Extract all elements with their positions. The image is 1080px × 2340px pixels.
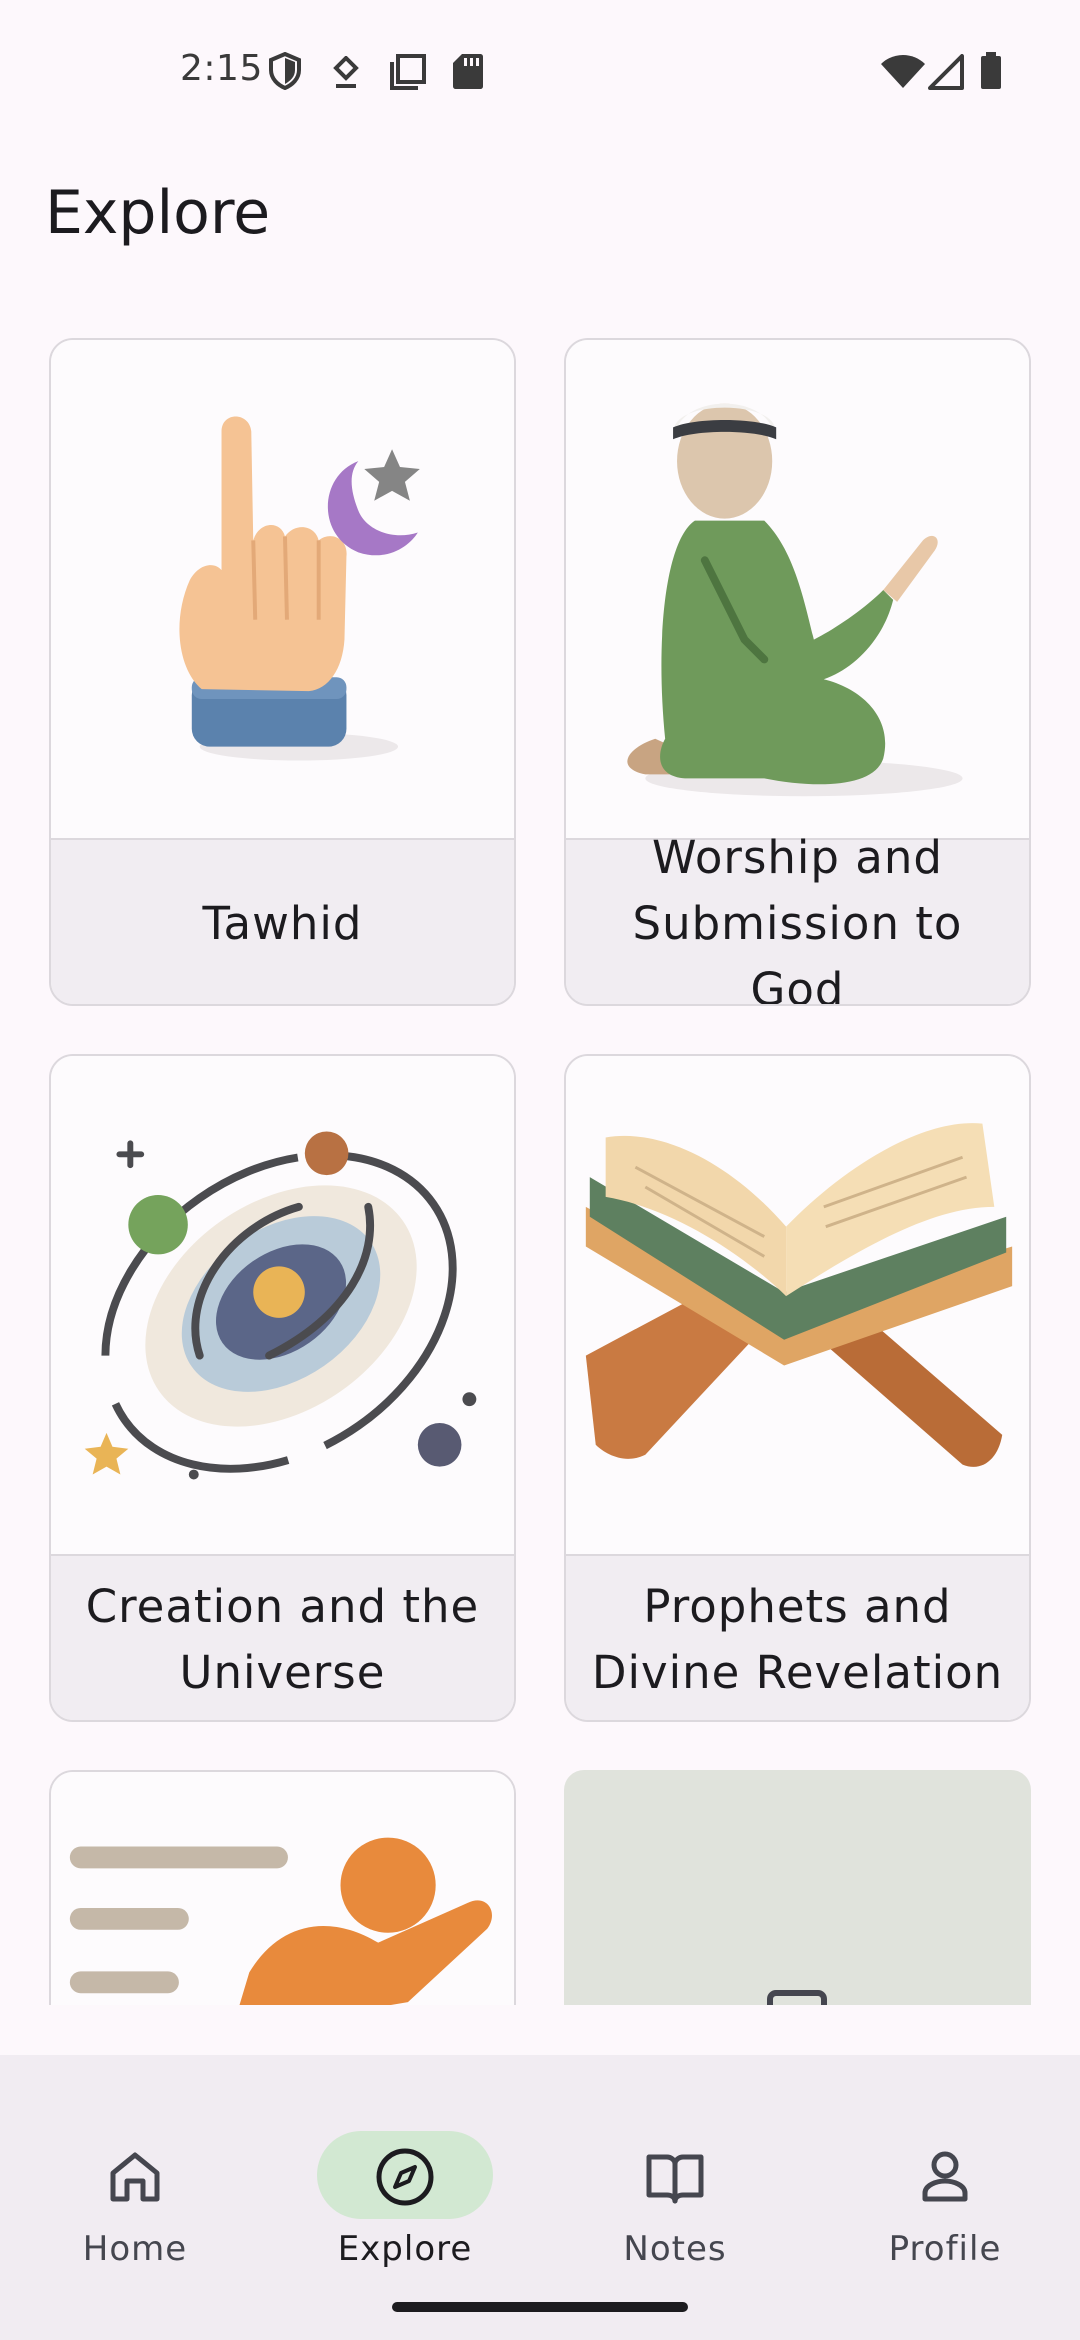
pointing-hand-crescent-illustration [51, 340, 514, 838]
bottom-nav: Home Explore Notes Profile [0, 2055, 1080, 2340]
nav-label: Explore [337, 2229, 473, 2269]
running-figure-illustration [51, 1772, 514, 2005]
nav-item-home[interactable]: Home [0, 2093, 270, 2269]
wifi-icon [881, 55, 925, 88]
download-arrow-icon [333, 56, 359, 88]
galaxy-illustration [51, 1056, 514, 1554]
home-icon [110, 2152, 160, 2202]
topic-card-tawhid[interactable]: Tawhid [49, 338, 516, 1006]
sd-card-icon [453, 54, 483, 89]
topic-label: Creation and the Universe [51, 1554, 514, 1720]
status-time: 2:15 [180, 48, 263, 89]
nav-item-explore[interactable]: Explore [270, 2093, 540, 2269]
page-title: Explore [45, 178, 271, 248]
topic-card-running[interactable] [49, 1770, 516, 2005]
nav-label: Profile [888, 2229, 1002, 2269]
cell-signal-icon [928, 54, 964, 90]
nav-label: Home [82, 2229, 188, 2269]
person-icon [922, 2151, 968, 2202]
topic-card-placeholder[interactable] [564, 1770, 1031, 2005]
nav-label: Notes [623, 2229, 727, 2269]
topic-label: Worship and Submission to God [566, 831, 1029, 1004]
topic-label: Prophets and Divine Revelation [566, 1554, 1029, 1720]
praying-man-illustration [566, 340, 1029, 838]
battery-icon [981, 52, 1001, 89]
book-icon [646, 2154, 704, 2204]
quran-on-stand-illustration [566, 1056, 1029, 1554]
topic-label: Tawhid [51, 838, 514, 1004]
topic-grid[interactable]: Tawhid Worship and Submission to God Cre… [0, 338, 1080, 2005]
status-bar: 2:15 [0, 0, 1080, 140]
compass-icon [376, 2148, 434, 2206]
image-placeholder-icon [767, 1990, 827, 2005]
topic-card-prophets[interactable]: Prophets and Divine Revelation [564, 1054, 1031, 1722]
topic-card-worship[interactable]: Worship and Submission to God [564, 338, 1031, 1006]
topic-card-creation[interactable]: Creation and the Universe [49, 1054, 516, 1722]
nav-item-notes[interactable]: Notes [540, 2093, 810, 2269]
home-indicator[interactable] [392, 2302, 688, 2312]
nav-item-profile[interactable]: Profile [810, 2093, 1080, 2269]
screenshot-icon [390, 54, 426, 90]
shield-icon [269, 52, 301, 90]
